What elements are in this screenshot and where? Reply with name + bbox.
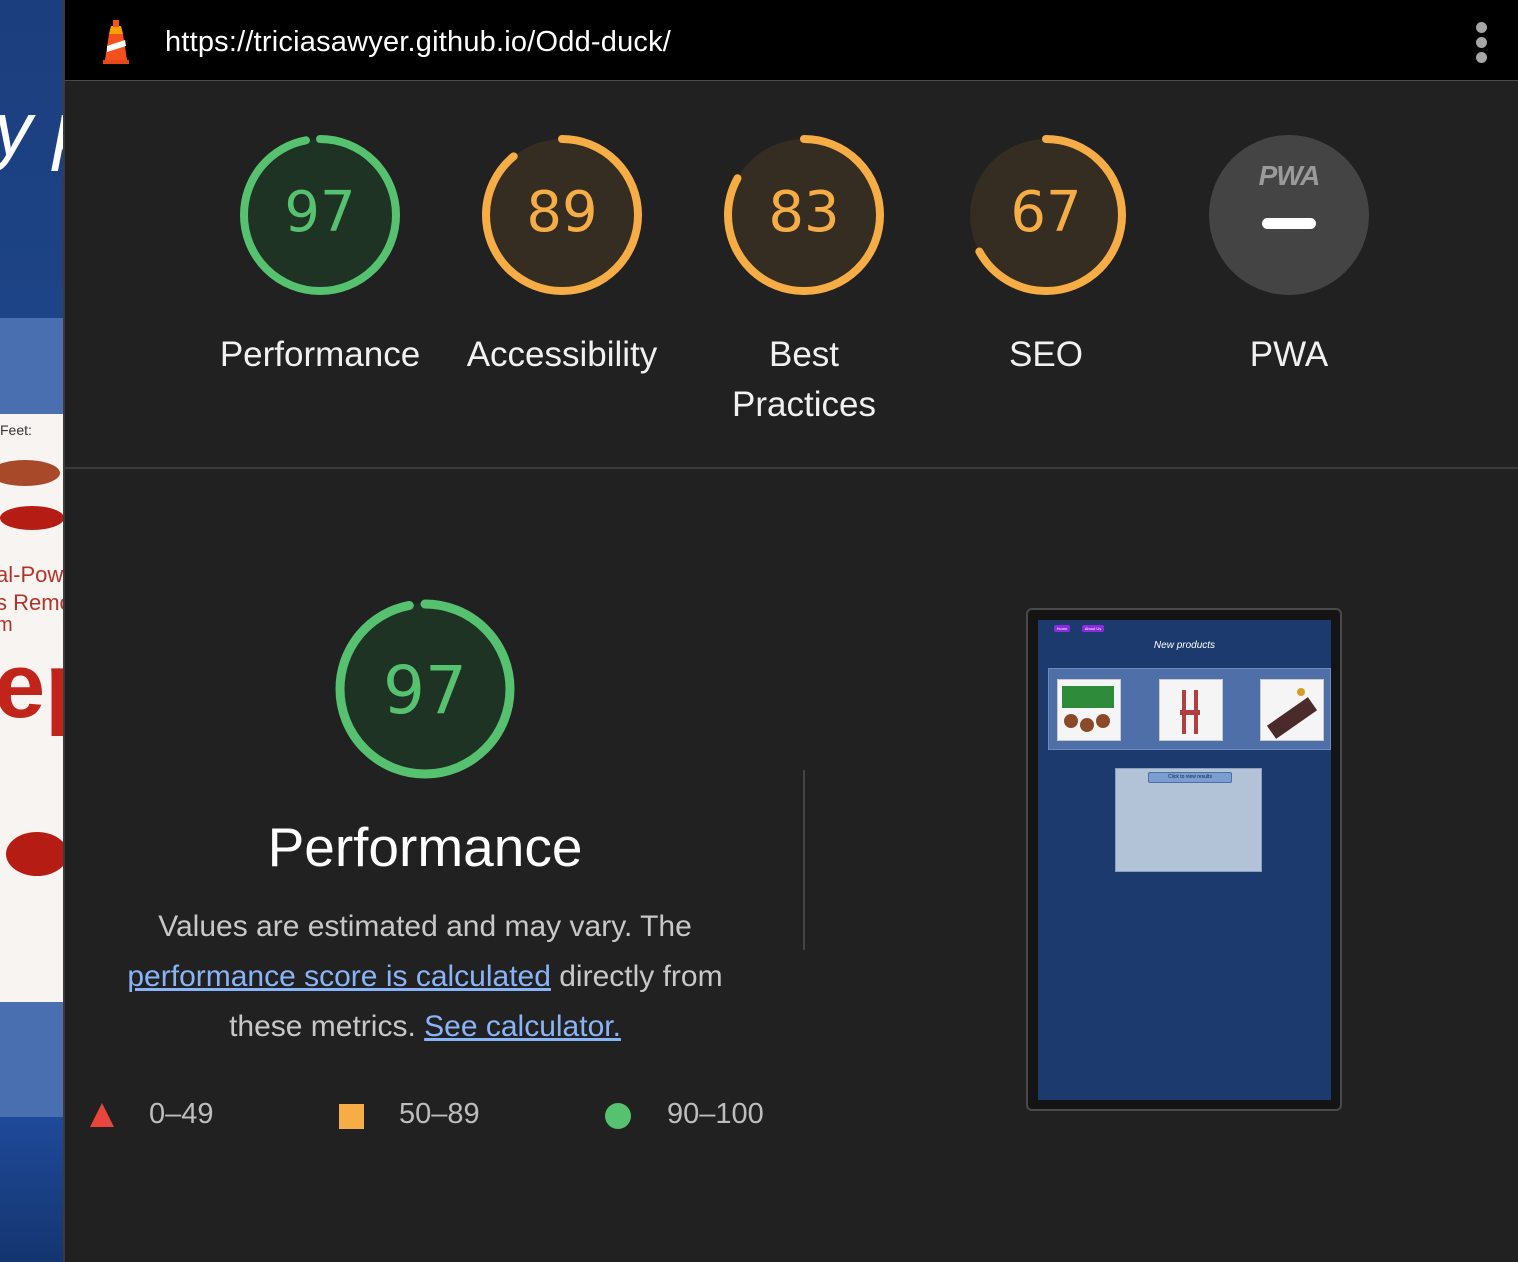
report-url[interactable]: https://triciasawyer.github.io/Odd-duck/ bbox=[165, 26, 671, 59]
product-image bbox=[1057, 679, 1121, 741]
product-image bbox=[1159, 679, 1223, 741]
performance-detail-score: 97 bbox=[383, 652, 467, 729]
kebab-menu-icon[interactable] bbox=[1476, 22, 1488, 64]
pwa-badge-icon: PWA bbox=[1258, 160, 1321, 191]
background-product-image: Feet: al-Pow s Remo m ep bbox=[0, 414, 63, 1002]
results-panel: Click to view results bbox=[1115, 768, 1262, 872]
report-topbar: https://triciasawyer.github.io/Odd-duck/ bbox=[65, 0, 1518, 81]
gauge-label: Performance bbox=[219, 335, 421, 374]
product-image bbox=[1260, 679, 1324, 741]
gauge-accessibility[interactable]: 89 Accessibility bbox=[437, 130, 687, 380]
gauge-performance[interactable]: 97 Performance bbox=[195, 130, 445, 380]
performance-detail-title: Performance bbox=[267, 816, 583, 878]
gauge-seo[interactable]: 67 SEO bbox=[921, 130, 1171, 380]
gauge-label: Best Practices bbox=[732, 335, 876, 424]
score-calculated-link[interactable]: performance score is calculated bbox=[127, 960, 551, 993]
square-icon bbox=[339, 1104, 364, 1129]
gauge-best-practices[interactable]: 83 Best Practices bbox=[679, 130, 929, 430]
screenshot-image: Home About Us New products Click to view… bbox=[1038, 620, 1331, 1100]
background-heading-fragment: y p bbox=[0, 86, 63, 173]
section-divider bbox=[65, 467, 1518, 469]
performance-description: Values are estimated and may vary. The p… bbox=[127, 910, 723, 1043]
gauge-label: PWA bbox=[1249, 335, 1329, 374]
final-screenshot[interactable]: Home About Us New products Click to view… bbox=[1026, 608, 1342, 1111]
see-calculator-link[interactable]: See calculator. bbox=[424, 1010, 621, 1043]
gauge-label: Accessibility bbox=[466, 335, 658, 374]
not-applicable-dash bbox=[1262, 218, 1316, 229]
vertical-separator bbox=[803, 770, 805, 950]
triangle-icon bbox=[90, 1103, 114, 1127]
gauge-score: 67 bbox=[1010, 180, 1082, 245]
circle-icon bbox=[605, 1103, 631, 1129]
lighthouse-report: https://triciasawyer.github.io/Odd-duck/… bbox=[63, 0, 1518, 1262]
gauge-score: 89 bbox=[526, 180, 598, 245]
gauge-score: 97 bbox=[284, 180, 356, 245]
background-page: y p Feet: al-Pow s Remo m ep bbox=[0, 0, 63, 1262]
lighthouse-icon bbox=[103, 20, 129, 64]
gauge-pwa[interactable]: PWA PWA bbox=[1164, 130, 1414, 380]
gauge-score: 83 bbox=[768, 180, 840, 245]
gauge-label: SEO bbox=[1009, 335, 1083, 374]
